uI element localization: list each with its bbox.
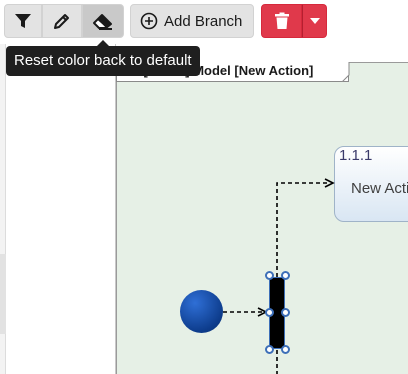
resize-handle[interactable] (281, 345, 290, 354)
frame-tab-corner (342, 62, 350, 82)
edit-button[interactable] (42, 4, 82, 38)
action-name: New Action (351, 180, 408, 197)
initial-node[interactable] (180, 290, 223, 333)
toolbar: Add Branch (0, 0, 408, 44)
resize-handle[interactable] (281, 308, 290, 317)
add-branch-label: Add Branch (164, 12, 243, 30)
pencil-icon (54, 14, 69, 29)
delete-dropdown-button[interactable] (302, 4, 327, 38)
add-branch-button[interactable]: Add Branch (130, 4, 254, 38)
reset-color-button[interactable] (82, 4, 124, 38)
left-panel (6, 44, 116, 374)
caret-down-icon (309, 18, 320, 24)
action-id: 1.1.1 (339, 147, 373, 164)
app-window: Add Branch act [Model] Model [New Action… (0, 0, 408, 374)
filter-icon (15, 14, 31, 28)
filter-button[interactable] (4, 4, 42, 38)
plus-circle-icon (140, 12, 158, 30)
delete-button[interactable] (261, 4, 302, 38)
resize-handle[interactable] (281, 271, 290, 280)
resize-handle[interactable] (265, 308, 274, 317)
trash-icon (274, 12, 289, 29)
resize-handle[interactable] (265, 271, 274, 280)
eraser-icon (93, 14, 112, 30)
tooltip: Reset color back to default (6, 46, 200, 76)
resize-handle[interactable] (265, 345, 274, 354)
